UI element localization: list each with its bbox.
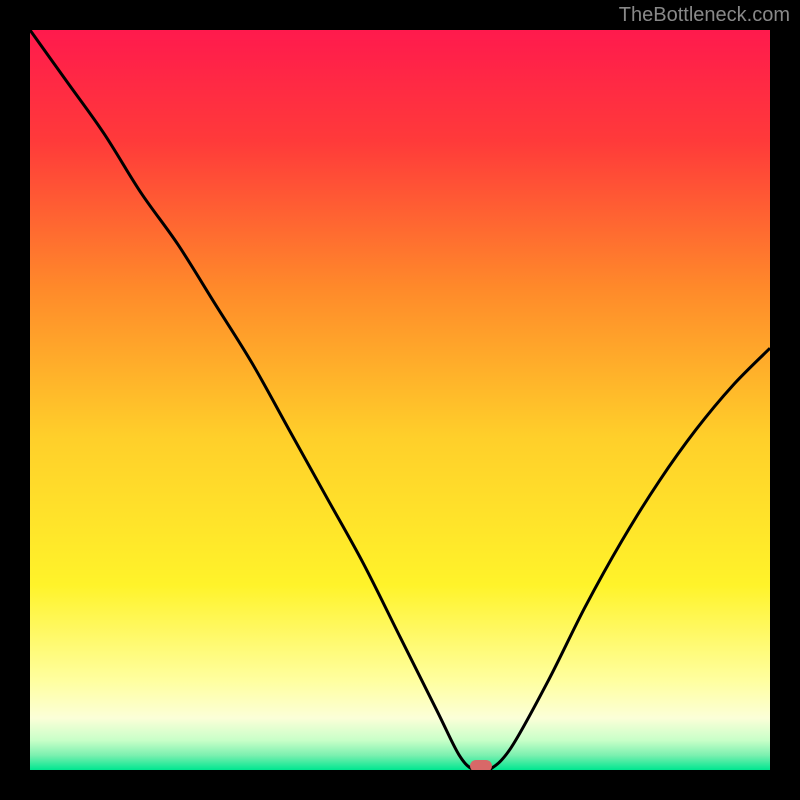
- minimum-marker: [470, 760, 492, 770]
- plot-area: [30, 30, 770, 770]
- chart-svg: [30, 30, 770, 770]
- watermark-text: TheBottleneck.com: [619, 4, 790, 27]
- gradient-background: [30, 30, 770, 770]
